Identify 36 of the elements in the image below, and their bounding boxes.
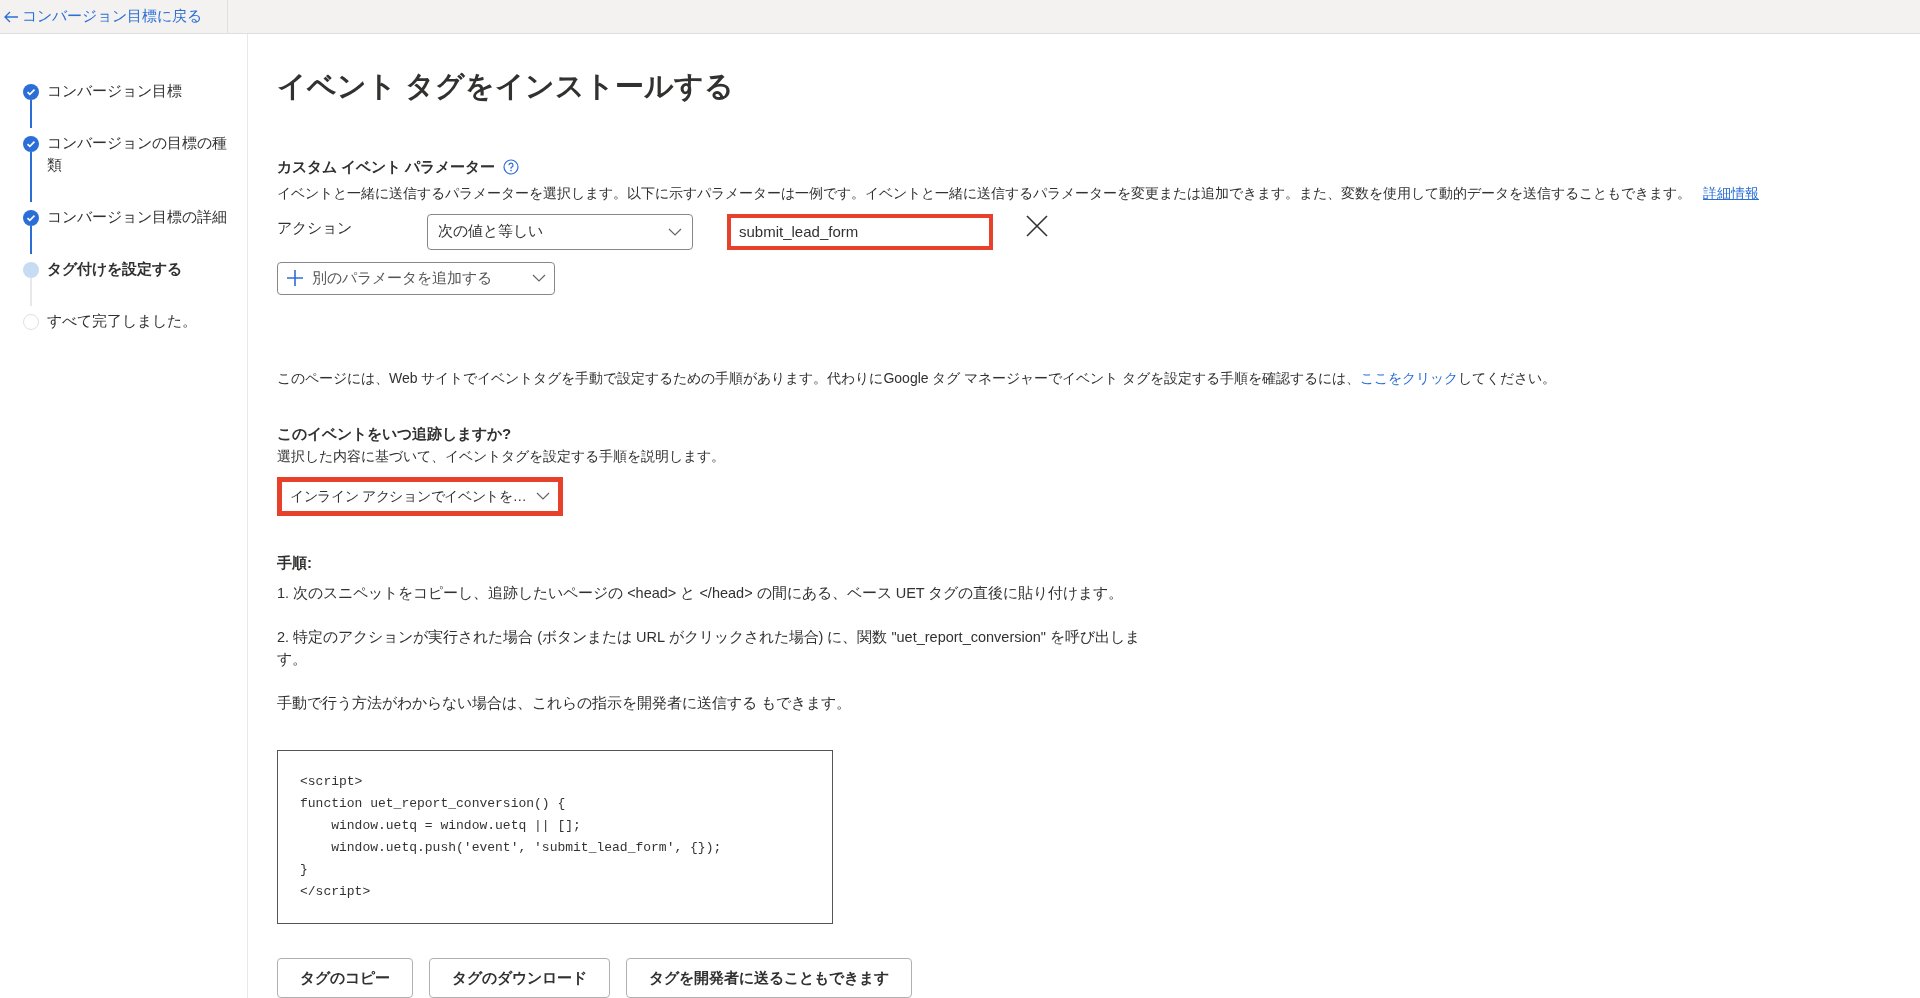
instruction-text: 2. 特定のアクションが実行された場合 (ボタンまたは URL がクリックされた場合) に、関数 "uet_report_conversion" を呼び出します。 [277,627,1141,669]
step-label: タグ付けを設定する [47,259,182,279]
section-heading: カスタム イベント パラメーター [277,157,496,177]
arrow-left-icon [4,10,18,23]
plus-icon [286,269,304,288]
chevron-down-icon [668,227,682,236]
operator-dropdown[interactable]: 次の値と等しい [427,213,693,250]
close-icon [1026,214,1048,237]
tracking-dropdown[interactable]: インライン アクションでイベントを… [277,477,563,516]
instructions-heading: 手順: [277,552,313,573]
step-label: コンバージョン目標 [47,81,182,101]
page-title: イベント タグをインストールする [277,69,736,104]
step-label: すべて完了しました。 [47,311,197,331]
instruction-text: 1. 次のスニペットをコピーし、追跡したいページの <head> と </head> の間にある、ベース UET タグの直後に貼り付けます。 [277,583,1125,603]
learn-more-link[interactable]: 詳細情報 [1703,181,1759,204]
dropdown-value: 次の値と等しい [438,221,543,242]
code-snippet: <script> function uet_report_conversion() { window.uetq = window.uetq || []; window.uetq.push('event', 'submit_lead_form', {}); } </script> [300,772,723,901]
step-label: コンバージョンの目標の種類 [47,133,228,175]
manual-setup-note: このページには、Web サイトでイベントタグを手動で設定するための手順があります。代わりにGoogle タグ マネージャーでイベント タグを設定する手順を確認するには、ここをクリック してください。 [277,369,1558,389]
help-icon [503,159,520,176]
chevron-down-icon [536,492,550,501]
step-label: コンバージョン目標の詳細 [47,207,227,227]
add-parameter-button[interactable]: 別のパラメータを追加する [277,261,555,296]
tracking-hint: 選択した内容に基づいて、イベントタグを設定する手順を説明します。 [277,447,726,467]
instruction-text: 手動で行う方法がわからない場合は、これらの指示を開発者に送信する もできます。 [277,693,853,713]
action-button[interactable]: タグを開発者に送ることもできます [626,958,912,998]
action-button[interactable]: タグのダウンロード [429,958,610,998]
parameter-value-field[interactable]: submit_lead_form [727,213,993,250]
parameter-label: アクション [277,217,353,238]
close-button[interactable] [1025,213,1049,238]
back-link[interactable]: コンバージョン目標に戻る [0,5,202,28]
action-button[interactable]: タグのコピー [277,958,413,998]
tracking-question: このイベントをいつ追跡しますか? [277,424,513,445]
chevron-down-icon [532,274,546,283]
click-here-link[interactable]: ここをクリック [1360,370,1459,387]
section-description: イベントと一緒に送信するパラメーターを選択します。以下に示すパラメーターは一例です。イベントと一緒に送信するパラメーターを変更または追加できます。また、変数を使用して動的データを送信することもできます。 [277,183,1691,203]
